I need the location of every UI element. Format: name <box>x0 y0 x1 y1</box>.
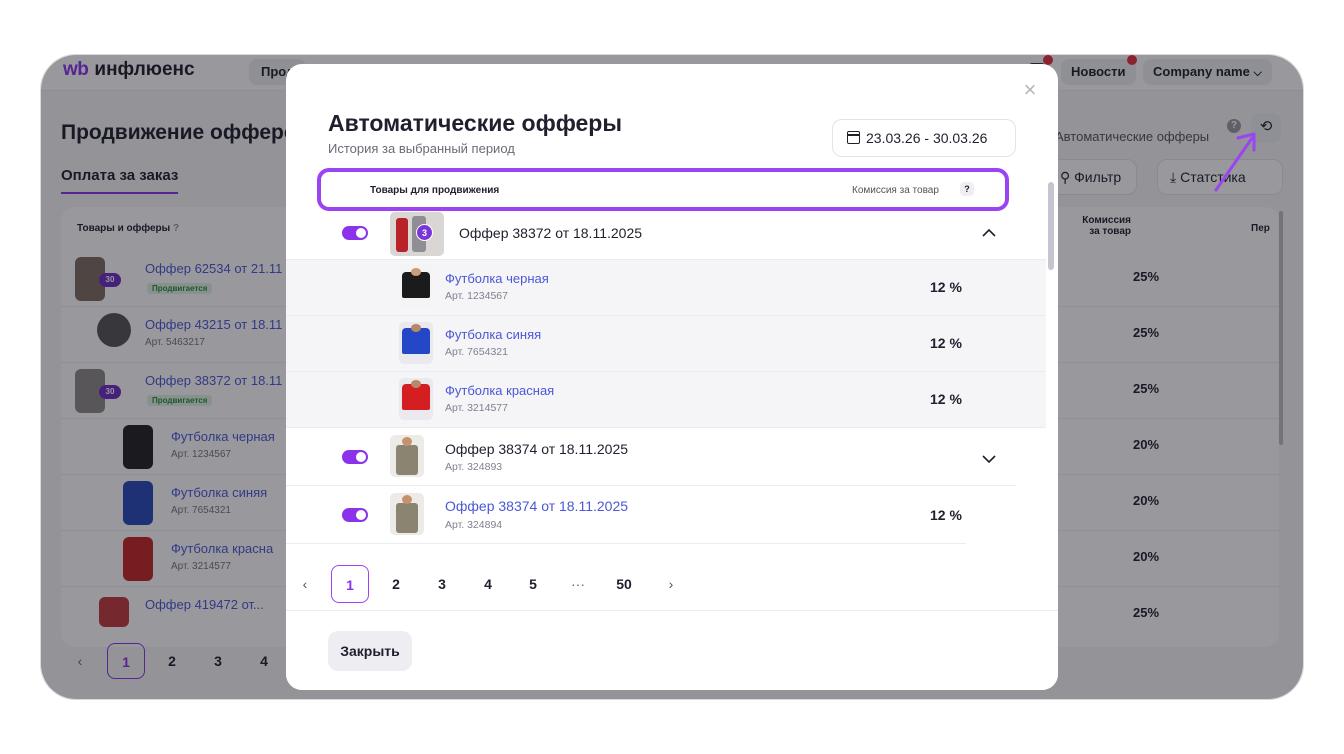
commission-value: 12 % <box>930 279 962 295</box>
offer-toggle[interactable] <box>342 508 368 522</box>
page-button[interactable]: 5 <box>519 565 547 603</box>
page-button[interactable]: 50 <box>610 565 638 603</box>
offer-name: Оффер 38372 от 18.11.2025 <box>459 225 643 241</box>
page-button[interactable]: 2 <box>382 565 410 603</box>
auto-offers-modal: × Автоматические офферы История за выбра… <box>286 64 1058 690</box>
product-name[interactable]: Футболка красная <box>445 383 554 398</box>
offer-toggle[interactable] <box>342 226 368 240</box>
date-range-picker[interactable]: 23.03.26 - 30.03.26 <box>832 119 1016 157</box>
product-thumbnail <box>390 493 424 535</box>
date-range-value: 23.03.26 - 30.03.26 <box>866 130 988 146</box>
modal-scrollbar[interactable] <box>1048 182 1054 270</box>
product-row[interactable]: Футболка черная Арт. 1234567 12 % <box>286 260 1046 316</box>
col-goods-header: Товары для продвижения <box>370 185 500 196</box>
product-row[interactable]: Футболка красная Арт. 3214577 12 % <box>286 372 1046 428</box>
article: Арт. 3214577 <box>445 402 508 414</box>
offer-group-row[interactable]: 3 Оффер 38372 от 18.11.2025 <box>286 206 1046 260</box>
product-row[interactable]: Футболка синяя Арт. 7654321 12 % <box>286 316 1046 372</box>
help-icon[interactable]: ? <box>960 182 974 196</box>
next-page-button[interactable]: › <box>662 565 680 603</box>
annotation-arrow <box>1214 132 1256 192</box>
modal-title: Автоматические офферы <box>328 110 623 136</box>
prev-page-button[interactable]: ‹ <box>296 565 314 603</box>
offer-toggle[interactable] <box>342 450 368 464</box>
offer-name: Оффер 38374 от 18.11.2025 <box>445 441 629 457</box>
commission-value: 12 % <box>930 335 962 351</box>
product-name[interactable]: Футболка синяя <box>445 327 541 342</box>
product-thumbnail <box>390 435 424 477</box>
page-button[interactable]: 3 <box>428 565 456 603</box>
modal-list: 3 Оффер 38372 от 18.11.2025 Футболка чер… <box>286 206 1046 616</box>
modal-pagination: ‹ 1 2 3 4 5 ··· 50 › <box>286 562 1046 606</box>
modal-footer: Закрыть <box>286 610 1058 690</box>
product-thumbnail <box>399 322 433 364</box>
page-button[interactable]: 1 <box>331 565 369 603</box>
article: Арт. 1234567 <box>445 290 508 302</box>
article: Арт. 324894 <box>445 519 503 531</box>
product-thumbnail <box>399 378 433 420</box>
offer-name[interactable]: Оффер 38374 от 18.11.2025 <box>445 498 628 514</box>
product-name[interactable]: Футболка черная <box>445 271 549 286</box>
offer-row[interactable]: Оффер 38374 от 18.11.2025 Арт. 324894 12… <box>286 486 966 544</box>
commission-value: 12 % <box>930 507 962 523</box>
commission-value: 12 % <box>930 391 962 407</box>
col-commission-header: Комиссия за товар <box>852 185 939 196</box>
product-thumbnail <box>399 266 433 308</box>
close-button[interactable]: Закрыть <box>328 631 412 671</box>
article: Арт. 7654321 <box>445 346 508 358</box>
chevron-up-icon[interactable] <box>982 226 996 240</box>
article: Арт. 324893 <box>445 461 503 473</box>
modal-subtitle: История за выбранный период <box>328 141 515 156</box>
page-button[interactable]: 4 <box>474 565 502 603</box>
page-ellipsis: ··· <box>571 576 585 592</box>
chevron-down-icon[interactable] <box>982 452 996 466</box>
close-icon[interactable]: × <box>1020 79 1040 101</box>
count-badge: 3 <box>416 224 433 241</box>
offer-group-row[interactable]: Оффер 38374 от 18.11.2025 Арт. 324893 <box>286 428 1016 486</box>
calendar-icon <box>847 131 860 144</box>
